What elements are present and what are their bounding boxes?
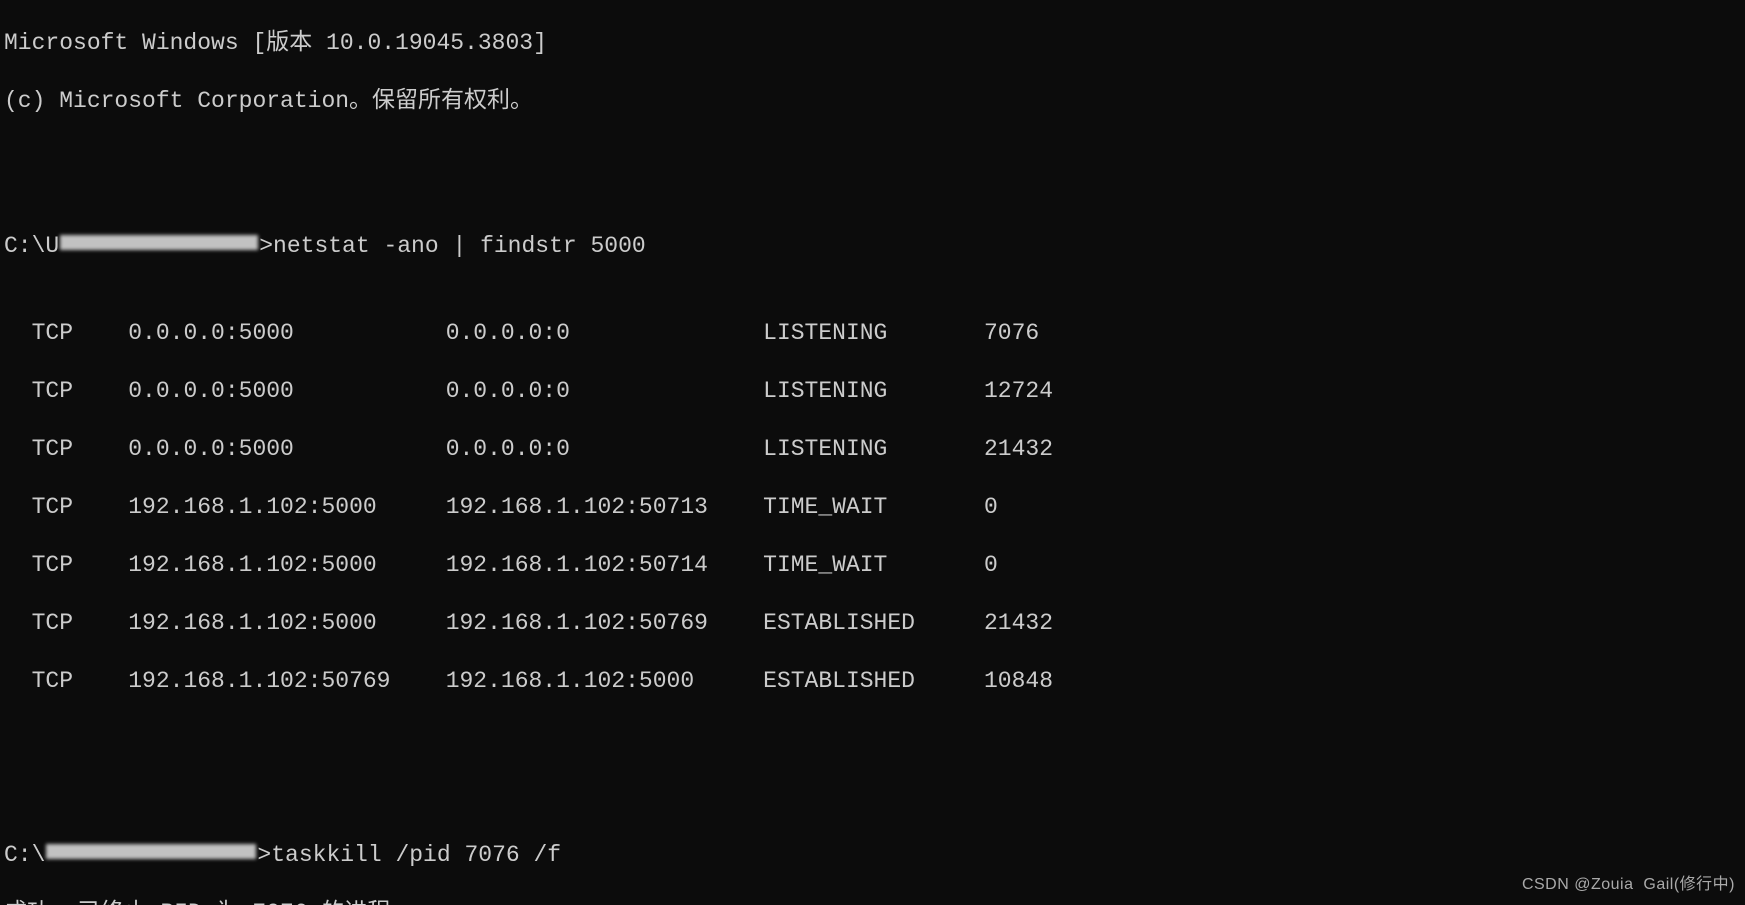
col-local: 192.168.1.102:50769 [128, 668, 445, 694]
col-pid: 12724 [984, 378, 1053, 404]
col-foreign: 192.168.1.102:50769 [446, 610, 763, 636]
col-foreign: 192.168.1.102:50713 [446, 494, 763, 520]
blank-line [4, 145, 1741, 174]
terminal-window[interactable]: Microsoft Windows [版本 10.0.19045.3803] (… [0, 0, 1745, 905]
col-proto: TCP [4, 378, 128, 404]
col-state: ESTABLISHED [763, 610, 984, 636]
col-proto: TCP [4, 552, 128, 578]
col-local: 0.0.0.0:5000 [128, 320, 445, 346]
col-foreign: 0.0.0.0:0 [446, 436, 763, 462]
netstat-row: TCP 192.168.1.102:5000 192.168.1.102:507… [4, 551, 1741, 580]
col-pid: 21432 [984, 436, 1053, 462]
blank-line [4, 754, 1741, 783]
col-local: 192.168.1.102:5000 [128, 610, 445, 636]
prompt-prefix: C:\ [4, 842, 45, 868]
col-foreign: 192.168.1.102:5000 [446, 668, 763, 694]
col-state: TIME_WAIT [763, 552, 984, 578]
col-pid: 0 [984, 552, 998, 578]
col-state: ESTABLISHED [763, 668, 984, 694]
col-state: TIME_WAIT [763, 494, 984, 520]
netstat-row: TCP 192.168.1.102:5000 192.168.1.102:507… [4, 609, 1741, 638]
os-header-line1: Microsoft Windows [版本 10.0.19045.3803] [4, 29, 1741, 58]
prompt-line-1: C:\U >netstat -ano | findstr 5000 [4, 232, 1741, 261]
netstat-row: TCP 0.0.0.0:5000 0.0.0.0:0 LISTENING 707… [4, 319, 1741, 348]
col-state: LISTENING [763, 378, 984, 404]
command-text: netstat -ano | findstr 5000 [273, 233, 646, 259]
col-state: LISTENING [763, 320, 984, 346]
col-local: 0.0.0.0:5000 [128, 378, 445, 404]
prompt-suffix: > [257, 842, 271, 868]
col-foreign: 0.0.0.0:0 [446, 320, 763, 346]
col-local: 192.168.1.102:5000 [128, 494, 445, 520]
netstat-row: TCP 0.0.0.0:5000 0.0.0.0:0 LISTENING 127… [4, 377, 1741, 406]
col-state: LISTENING [763, 436, 984, 462]
prompt-line-2: C:\ >taskkill /pid 7076 /f [4, 841, 1741, 870]
netstat-row: TCP 192.168.1.102:50769 192.168.1.102:50… [4, 667, 1741, 696]
col-foreign: 0.0.0.0:0 [446, 378, 763, 404]
redacted-user [60, 235, 258, 250]
col-pid: 10848 [984, 668, 1053, 694]
col-pid: 7076 [984, 320, 1039, 346]
col-proto: TCP [4, 668, 128, 694]
netstat-row: TCP 0.0.0.0:5000 0.0.0.0:0 LISTENING 214… [4, 435, 1741, 464]
col-proto: TCP [4, 494, 128, 520]
command-text: taskkill /pid 7076 /f [271, 842, 561, 868]
prompt-suffix: > [259, 233, 273, 259]
col-pid: 21432 [984, 610, 1053, 636]
col-proto: TCP [4, 610, 128, 636]
redacted-user [46, 844, 256, 859]
col-proto: TCP [4, 320, 128, 346]
prompt-prefix: C:\U [4, 233, 59, 259]
csdn-watermark: CSDN @Zouia Gail(修行中) [1522, 870, 1735, 899]
netstat-row: TCP 192.168.1.102:5000 192.168.1.102:507… [4, 493, 1741, 522]
os-header-line2: (c) Microsoft Corporation。保留所有权利。 [4, 87, 1741, 116]
col-local: 192.168.1.102:5000 [128, 552, 445, 578]
kill-result: 成功: 已终止 PID 为 7076 的进程。 [4, 899, 1741, 905]
col-pid: 0 [984, 494, 998, 520]
col-local: 0.0.0.0:5000 [128, 436, 445, 462]
col-foreign: 192.168.1.102:50714 [446, 552, 763, 578]
col-proto: TCP [4, 436, 128, 462]
